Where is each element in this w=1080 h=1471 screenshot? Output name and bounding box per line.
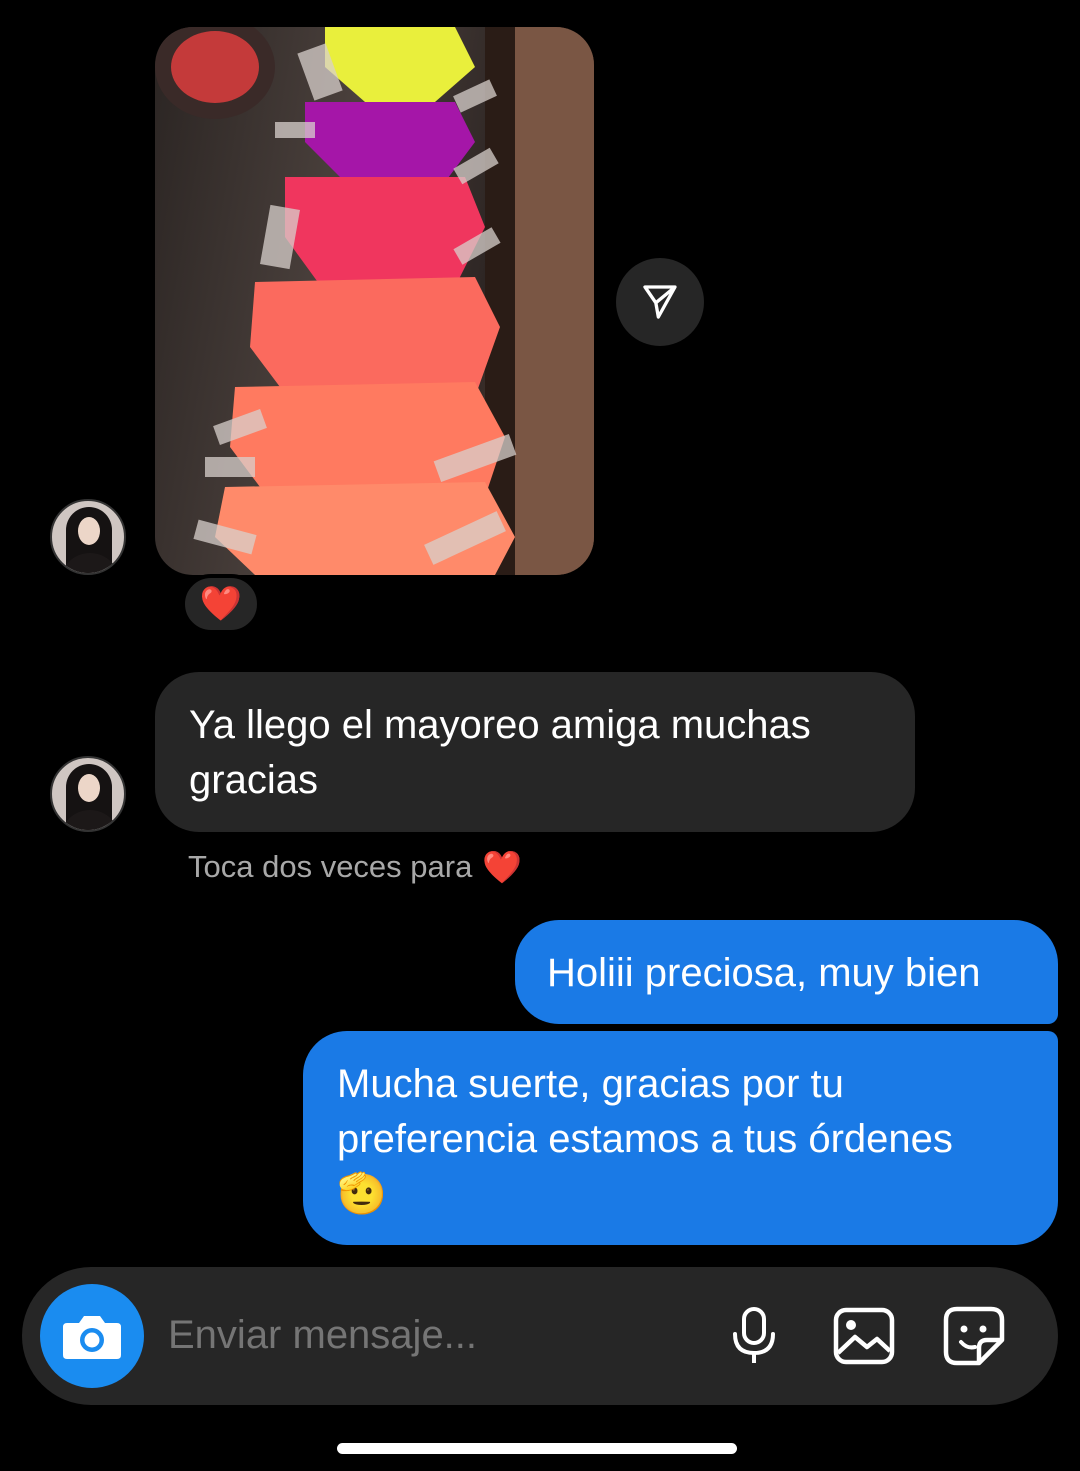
incoming-message-text: Ya llego el mayoreo amiga muchas gracias <box>189 703 811 802</box>
sender-avatar[interactable] <box>50 756 126 832</box>
incoming-message-bubble[interactable]: Ya llego el mayoreo amiga muchas gracias <box>155 672 915 832</box>
camera-icon <box>63 1316 121 1359</box>
gallery-button[interactable] <box>832 1304 896 1368</box>
camera-button[interactable] <box>40 1284 144 1388</box>
gallery-icon <box>833 1307 895 1365</box>
heart-reaction[interactable]: ❤️ <box>181 574 261 634</box>
photo-content-image <box>155 27 594 575</box>
outgoing-message-bubble[interactable]: Mucha suerte, gracias por tu preferencia… <box>303 1031 1058 1245</box>
sticker-button[interactable] <box>942 1304 1006 1368</box>
heart-icon: ❤️ <box>199 585 243 623</box>
outgoing-message-bubble[interactable]: Holiii preciosa, muy bien <box>515 920 1058 1024</box>
microphone-button[interactable] <box>722 1304 786 1368</box>
sender-avatar[interactable] <box>50 499 126 575</box>
message-composer <box>22 1267 1058 1405</box>
outgoing-message-text: Mucha suerte, gracias por tu preferencia… <box>337 1062 953 1161</box>
saluting-face-emoji: 🫡 <box>337 1172 387 1216</box>
send-icon <box>643 285 677 319</box>
outgoing-message-text: Holiii preciosa, muy bien <box>547 951 981 995</box>
shared-photo[interactable] <box>155 27 594 575</box>
message-input[interactable] <box>168 1313 688 1358</box>
share-button[interactable] <box>616 258 704 346</box>
heart-icon: ❤️ <box>482 849 523 885</box>
reaction-hint: Toca dos veces para ❤️ <box>188 848 522 886</box>
home-indicator[interactable] <box>337 1443 737 1454</box>
microphone-icon <box>733 1307 775 1363</box>
reaction-hint-text: Toca dos veces para <box>188 849 473 884</box>
sticker-icon <box>943 1306 1005 1366</box>
